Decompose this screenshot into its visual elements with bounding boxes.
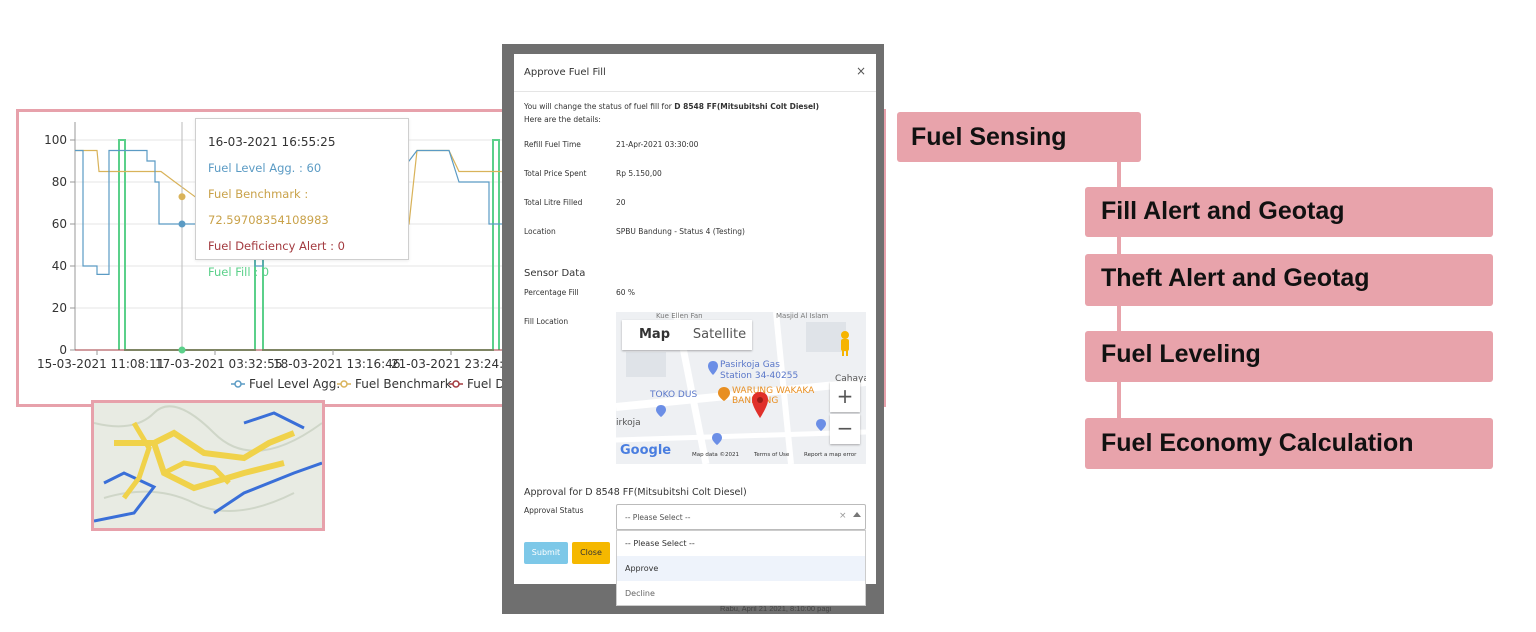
sensor-data-heading: Sensor Data [524,268,586,279]
zoom-in-button[interactable]: + [830,382,860,412]
level-point [178,220,186,228]
location-marker-icon[interactable] [752,392,768,418]
intro-vehicle: D 8548 FF(Mitsubitshi Colt Diesel) [674,102,820,111]
option-decline[interactable]: Decline [617,581,865,606]
percentage-fill-label: Percentage Fill [524,288,579,297]
modal-intro: You will change the status of fuel fill … [524,102,819,111]
route-map-thumbnail[interactable] [91,400,325,531]
intro-line2: Here are the details: [524,115,601,124]
detail-value-litre: 20 [616,198,626,207]
percentage-fill-value: 60 % [616,288,636,297]
map-tab[interactable]: Map [622,320,687,350]
tooltip-level: Fuel Level Agg. : 60 [208,161,322,175]
x-tick-label: 18-03-2021 13:16:46 [273,357,400,371]
map-label-kue: Kue Ellen Fan [656,312,703,320]
poi-gas-station-line2: Station 34-40255 [720,371,799,381]
feature-fuel-leveling: Fuel Leveling [1085,331,1493,382]
map-type-toggle: Map Satellite [622,320,752,350]
tooltip-title: 16-03-2021 16:55:25 [208,135,336,149]
poi-warung: WARUNG WAKAKA BANDUNG [732,386,814,406]
gas-station-pin-icon [708,360,718,375]
restaurant-pin-icon [718,386,730,401]
poi-warung-line2: BANDUNG [732,396,814,406]
approval-status-dropdown: -- Please Select -- Approve Decline [616,530,866,606]
detail-label-litre: Total Litre Filled [524,198,583,207]
y-tick-label: 20 [52,301,67,315]
approval-status-label: Approval Status [524,506,584,515]
tooltip-deficiency: Fuel Deficiency Alert : 0 [208,239,345,253]
approval-heading: Approval for D 8548 FF(Mitsubitshi Colt … [524,487,747,498]
map-footer-report[interactable]: Report a map error [804,452,856,458]
submit-button[interactable]: Submit [524,542,568,564]
modal-header: Approve Fuel Fill × [514,54,876,92]
fill-point [178,346,186,354]
chart-tooltip: 16-03-2021 16:55:25 Fuel Level Agg. : 60… [195,118,409,279]
poi-toko-dus: TOKO DUS [650,390,698,400]
legend-marker [340,380,348,388]
select-value: -- Please Select -- [625,513,691,522]
y-tick-label: 40 [52,259,67,273]
bus-pin-icon [712,430,722,445]
street-view-pegman-icon[interactable] [838,330,852,356]
approval-status-select[interactable]: -- Please Select -- × [616,504,866,530]
legend-marker [234,380,242,388]
close-icon[interactable]: × [856,64,866,78]
feature-fuel-sensing: Fuel Sensing [897,112,1141,162]
legend-label: Fuel Benchmark [355,377,452,391]
clear-icon[interactable]: × [839,511,847,521]
intro-prefix: You will change the status of fuel fill … [524,102,672,111]
map-footer-data: Map data ©2021 [692,452,739,458]
map-label-irkoja: irkoja [616,418,641,428]
map-footer-terms[interactable]: Terms of Use [754,452,789,458]
detail-label-location: Location [524,227,556,236]
google-logo: Google [620,443,672,458]
zoom-out-button[interactable]: − [830,414,860,444]
modal-title: Approve Fuel Fill [524,67,606,78]
fill-location-map[interactable]: Kue Ellen Fan Masjid Al Islam Map Satell… [616,312,866,464]
poi-gas-station: Pasirkoja Gas Station 34-40255 [720,360,798,382]
feature-theft-alert: Theft Alert and Geotag [1085,254,1493,306]
detail-value-location: SPBU Bandung - Status 4 (Testing) [616,227,745,236]
close-button[interactable]: Close [572,542,610,564]
option-approve[interactable]: Approve [617,556,865,581]
chevron-up-icon [853,512,861,517]
shop-pin-icon [656,402,666,417]
fill-location-label: Fill Location [524,317,569,326]
option-please-select[interactable]: -- Please Select -- [617,531,865,556]
detail-label-refill-time: Refill Fuel Time [524,140,581,149]
y-tick-label: 0 [59,343,67,357]
satellite-tab[interactable]: Satellite [687,320,752,350]
y-tick-label: 80 [52,175,67,189]
poi-warung-line1: WARUNG WAKAKA [732,386,815,396]
y-tick-label: 60 [52,217,67,231]
tooltip-fill: Fuel Fill : 0 [208,265,270,279]
detail-value-price: Rp 5.150,00 [616,169,662,178]
x-tick-label: 15-03-2021 11:08:11 [37,357,164,371]
route-map-image [94,403,322,528]
legend-label: Fuel Level Agg. [249,377,340,391]
x-tick-label: 21-03-2021 23:24:59 [391,357,518,371]
poi-gas-station-line1: Pasirkoja Gas [720,360,780,370]
detail-value-refill-time: 21-Apr-2021 03:30:00 [616,140,699,149]
benchmark-point [178,193,186,201]
approve-fuel-fill-modal: Approve Fuel Fill × You will change the … [514,54,876,584]
legend-marker [452,380,460,388]
map-label-masjid: Masjid Al Islam [776,312,829,320]
feature-fuel-economy: Fuel Economy Calculation [1085,418,1493,469]
detail-label-price: Total Price Spent [524,169,587,178]
poi-pin-icon [816,416,826,431]
feature-fill-alert: Fill Alert and Geotag [1085,187,1493,237]
y-tick-label: 100 [44,133,67,147]
tooltip-benchmark: Fuel Benchmark : 72.59708354108983 [208,187,329,227]
x-tick-label: 17-03-2021 03:32:55 [155,357,282,371]
